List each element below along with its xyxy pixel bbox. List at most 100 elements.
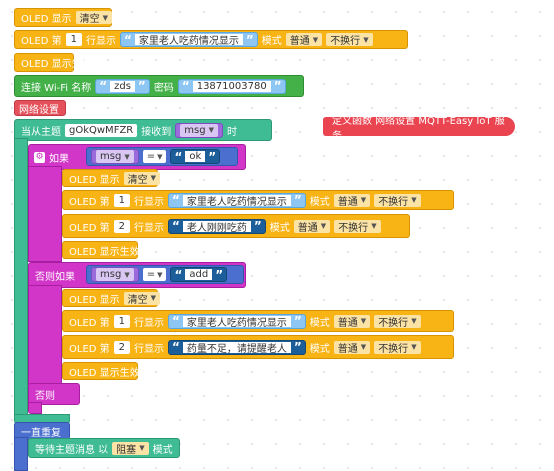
function-comment[interactable]: 定义函数 网络设置 MQTT-Easy IoT 服务... xyxy=(323,116,515,142)
chevron-down-icon: ▼ xyxy=(363,35,369,44)
string-block[interactable]: “药量不足，请提醒老人” xyxy=(168,339,306,355)
line-number-input[interactable]: 1 xyxy=(113,314,131,328)
chevron-down-icon: ▼ xyxy=(102,13,109,22)
line-display-label: 行显示 xyxy=(134,222,165,234)
net-settings-call-block[interactable]: 网络设置 xyxy=(14,100,66,116)
wait-topic-block[interactable]: 等待主题消息 以 阻塞 ▼ 模式 xyxy=(28,438,180,458)
equals-dropdown[interactable]: = ▼ xyxy=(142,150,167,163)
add-string[interactable]: “add” xyxy=(170,267,228,282)
line-display-label: 行显示 xyxy=(134,343,165,355)
oled-line-block[interactable]: OLED 第 2 行显示 “药量不足，请提醒老人” 模式 普通 ▼ 不换行 ▼ xyxy=(62,335,454,359)
subscribe-prefix-label: 当从主题 xyxy=(21,126,61,138)
line-number-input[interactable]: 1 xyxy=(113,193,131,207)
wrap-dropdown[interactable]: 不换行 ▼ xyxy=(374,340,421,355)
subscribe-arm xyxy=(14,138,28,418)
wrap-dropdown[interactable]: 不换行 ▼ xyxy=(374,193,421,208)
add-value[interactable]: add xyxy=(185,269,213,280)
oled-display-label: OLED 显示 xyxy=(69,174,120,186)
chevron-down-icon: ▼ xyxy=(360,317,367,325)
comment-text: 定义函数 网络设置 MQTT-Easy IoT 服务... xyxy=(332,115,505,142)
string-block[interactable]: “家里老人吃药情况显示” xyxy=(120,32,258,47)
mode-dropdown[interactable]: 普通 ▼ xyxy=(333,193,371,208)
oled-line-label: OLED 第 xyxy=(69,196,110,208)
oled-line-block[interactable]: OLED 第 1 行显示 “家里老人吃药情况显示” 模式 普通 ▼ 不换行 ▼ xyxy=(14,30,408,49)
string-value[interactable]: 老人刚刚吃药 xyxy=(182,220,251,234)
forever-arm xyxy=(14,437,28,471)
mode-label: 模式 xyxy=(309,317,330,329)
chevron-down-icon: ▼ xyxy=(124,152,130,161)
else-if-arm xyxy=(28,285,62,385)
if-label: 如果 xyxy=(49,153,69,165)
oled-display-label: OLED 显示 xyxy=(69,294,120,306)
oled-commit-block[interactable]: OLED 显示生效 xyxy=(62,362,140,380)
oled-commit-block[interactable]: OLED 显示生效 xyxy=(14,53,92,72)
chevron-down-icon: ▼ xyxy=(312,35,319,44)
equals-dropdown[interactable]: = ▼ xyxy=(142,268,167,281)
compare-ok-block[interactable]: msg ▼ = ▼ “ok” xyxy=(86,147,238,166)
topic-field[interactable]: gOkQwMFZR xyxy=(65,123,138,137)
string-value[interactable]: 药量不足，请提醒老人 xyxy=(182,341,291,355)
clear-dropdown[interactable]: 清空 ▼ xyxy=(75,11,113,25)
wifi-name-label: 连接 Wi-Fi 名称 xyxy=(21,82,92,94)
mqtt-subscribe-block[interactable]: 当从主题 gOkQwMFZR 接收到 msg ▼ 时 xyxy=(14,119,272,141)
string-block[interactable]: “老人刚刚吃药” xyxy=(168,218,266,234)
mode-dropdown[interactable]: 普通 ▼ xyxy=(293,219,331,234)
wifi-ssid-string[interactable]: “zds” xyxy=(95,78,150,94)
wifi-connect-block[interactable]: 连接 Wi-Fi 名称 “zds” 密码 “13871003780” xyxy=(14,75,304,97)
oled-line-label: OLED 第 xyxy=(69,343,110,355)
oled-commit-label: OLED 显示生效 xyxy=(69,367,140,379)
wrap-dropdown[interactable]: 不换行 ▼ xyxy=(334,219,381,234)
mode-label: 模式 xyxy=(269,222,290,234)
gear-icon[interactable]: ⚙ xyxy=(34,151,45,163)
chevron-down-icon: ▼ xyxy=(360,343,367,351)
wifi-password-value[interactable]: 13871003780 xyxy=(192,80,271,92)
oled-clear-block[interactable]: OLED 显示 清空 ▼ xyxy=(14,8,113,27)
chevron-down-icon: ▼ xyxy=(360,196,367,204)
wrap-dropdown[interactable]: 不换行 ▼ xyxy=(374,314,421,329)
clear-dropdown[interactable]: 清空 ▼ xyxy=(123,171,161,186)
line-number-input[interactable]: 2 xyxy=(113,340,131,354)
mode-dropdown[interactable]: 普通 ▼ xyxy=(333,340,371,355)
net-settings-label: 网络设置 xyxy=(19,104,59,116)
line-number-input[interactable]: 1 xyxy=(65,33,83,46)
ok-value[interactable]: ok xyxy=(185,151,206,162)
ok-string[interactable]: “ok” xyxy=(170,149,221,164)
wifi-ssid-value[interactable]: zds xyxy=(110,80,135,92)
else-arm xyxy=(28,402,42,414)
chevron-down-icon: ▼ xyxy=(411,317,417,325)
chevron-down-icon: ▼ xyxy=(150,174,157,182)
msg-variable[interactable]: msg ▼ xyxy=(175,122,223,138)
string-block[interactable]: “家里老人吃药情况显示” xyxy=(168,192,306,208)
wifi-password-string[interactable]: “13871003780” xyxy=(177,78,286,94)
blocking-dropdown[interactable]: 阻塞 ▼ xyxy=(112,441,149,456)
oled-commit-block[interactable]: OLED 显示生效 xyxy=(62,241,140,259)
string-value[interactable]: 家里老人吃药情况显示 xyxy=(134,34,243,47)
mode-dropdown[interactable]: 普通 ▼ xyxy=(333,314,371,329)
oled-line-block[interactable]: OLED 第 2 行显示 “老人刚刚吃药” 模式 普通 ▼ 不换行 ▼ xyxy=(62,214,410,238)
mode-label: 模式 xyxy=(309,343,330,355)
chevron-down-icon: ▼ xyxy=(150,294,157,302)
msg-variable[interactable]: msg ▼ xyxy=(91,149,139,164)
oled-line-block[interactable]: OLED 第 1 行显示 “家里老人吃药情况显示” 模式 普通 ▼ 不换行 ▼ xyxy=(62,310,454,332)
wait-mode-label: 模式 xyxy=(152,444,173,456)
chevron-down-icon: ▼ xyxy=(157,270,163,279)
string-value[interactable]: 家里老人吃药情况显示 xyxy=(182,194,291,208)
mode-label: 模式 xyxy=(309,196,330,208)
clear-dropdown[interactable]: 清空 ▼ xyxy=(123,291,161,306)
compare-add-block[interactable]: msg ▼ = ▼ “add” xyxy=(86,265,244,284)
wifi-password-label: 密码 xyxy=(153,82,174,94)
line-number-input[interactable]: 2 xyxy=(113,219,131,233)
wrap-dropdown[interactable]: 不换行 ▼ xyxy=(326,33,373,47)
oled-clear-block[interactable]: OLED 显示 清空 ▼ xyxy=(62,289,161,307)
chevron-down-icon: ▼ xyxy=(124,270,130,279)
oled-clear-block[interactable]: OLED 显示 清空 ▼ xyxy=(62,169,161,187)
oled-line-label: OLED 第 xyxy=(69,317,110,329)
msg-variable[interactable]: msg ▼ xyxy=(91,267,139,282)
mode-dropdown[interactable]: 普通 ▼ xyxy=(285,33,323,47)
else-if-label: 否则如果 xyxy=(35,271,75,283)
line-display-label: 行显示 xyxy=(86,36,117,47)
string-value[interactable]: 家里老人吃药情况显示 xyxy=(182,315,291,329)
oled-line-label: OLED 第 xyxy=(21,36,62,47)
oled-line-block[interactable]: OLED 第 1 行显示 “家里老人吃药情况显示” 模式 普通 ▼ 不换行 ▼ xyxy=(62,190,454,210)
string-block[interactable]: “家里老人吃药情况显示” xyxy=(168,313,306,329)
